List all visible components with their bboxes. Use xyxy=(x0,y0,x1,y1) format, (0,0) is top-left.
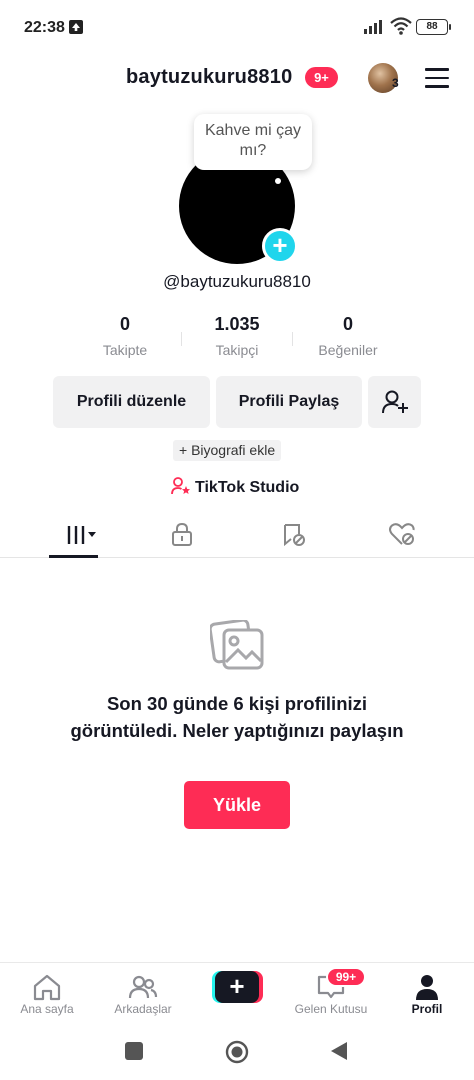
profile-stats: 0 Takipte 1.035 Takipçi 0 Beğeniler xyxy=(0,314,474,364)
signal-icon xyxy=(364,20,382,34)
empty-state-message: Son 30 günde 6 kişi profilinizi görüntül… xyxy=(70,693,404,741)
stat-value: 0 xyxy=(342,314,353,334)
menu-icon[interactable] xyxy=(425,68,449,88)
liked-icon xyxy=(389,523,415,545)
tiktok-studio-link[interactable]: TikTok Studio xyxy=(171,477,299,497)
grid-icon xyxy=(67,526,96,544)
create-button[interactable]: + xyxy=(212,971,263,1003)
upload-button[interactable]: Yükle xyxy=(184,781,290,829)
nav-inbox-label: Gelen Kutusu xyxy=(294,1002,368,1016)
nav-friends[interactable]: Arkadaşlar xyxy=(98,963,188,1023)
nav-profile[interactable]: Profil xyxy=(382,963,472,1023)
recents-icon[interactable] xyxy=(125,1042,143,1060)
back-icon[interactable] xyxy=(330,1041,348,1061)
home-icon xyxy=(33,974,61,1001)
status-time: 22:38 xyxy=(24,19,65,36)
stat-following[interactable]: 0 Takipte xyxy=(70,314,180,358)
inbox-badge: 99+ xyxy=(326,967,366,987)
account-switcher[interactable]: baytuzukuru8810 xyxy=(126,66,292,89)
notification-badge[interactable]: 9+ xyxy=(305,67,338,88)
nav-profile-label: Profil xyxy=(411,1002,443,1016)
share-profile-button[interactable]: Profili Paylaş xyxy=(216,376,362,428)
stat-value: 1.035 xyxy=(214,314,260,334)
wifi-icon xyxy=(390,17,412,35)
status-bar: 22:38 88 xyxy=(0,0,474,56)
studio-icon xyxy=(171,477,190,495)
active-tab-indicator xyxy=(49,555,98,558)
stat-followers[interactable]: 1.035 Takipçi xyxy=(182,314,292,358)
add-user-icon xyxy=(381,390,408,414)
plus-icon: + xyxy=(215,971,259,1003)
system-nav xyxy=(0,1022,474,1080)
friends-icon xyxy=(128,975,158,999)
bottom-nav: Ana sayfa Arkadaşlar + Gelen Kutusu 99+ … xyxy=(0,962,474,1022)
add-friend-button[interactable] xyxy=(368,376,421,428)
stat-label: Takipte xyxy=(102,342,148,358)
home-circle-icon[interactable] xyxy=(225,1040,249,1064)
stat-label: Takipçi xyxy=(215,342,259,358)
photo-placeholder-icon xyxy=(210,620,264,670)
tab-videos[interactable] xyxy=(48,512,108,558)
content-tabs xyxy=(0,512,474,558)
nav-friends-label: Arkadaşlar xyxy=(114,1002,172,1016)
stat-label: Beğeniler xyxy=(318,342,378,358)
profile-handle: @baytuzukuru8810 xyxy=(163,272,311,291)
profile-header: baytuzukuru8810 9+ 3 xyxy=(0,56,474,100)
nav-home[interactable]: Ana sayfa xyxy=(2,963,92,1023)
repost-icon xyxy=(284,524,305,547)
add-avatar-button[interactable]: + xyxy=(262,228,298,264)
add-bio-button[interactable]: + Biyografi ekle xyxy=(173,440,282,461)
edit-profile-button[interactable]: Profili düzenle xyxy=(53,376,210,428)
profile-views-count: 3 xyxy=(392,76,399,90)
stat-likes[interactable]: 0 Beğeniler xyxy=(293,314,403,358)
tab-private[interactable] xyxy=(152,512,212,558)
stat-value: 0 xyxy=(119,314,130,334)
note-bubble-tail xyxy=(275,178,281,184)
lock-icon xyxy=(172,522,192,546)
note-bubble[interactable]: Kahve mi çay mı? xyxy=(194,114,312,170)
tab-liked[interactable] xyxy=(370,512,430,558)
tab-reposts[interactable] xyxy=(263,512,323,558)
upload-notification-icon xyxy=(69,20,83,34)
battery-indicator: 88 xyxy=(416,19,451,35)
studio-label: TikTok Studio xyxy=(195,479,300,496)
profile-icon xyxy=(416,975,438,1000)
nav-home-label: Ana sayfa xyxy=(20,1002,74,1016)
